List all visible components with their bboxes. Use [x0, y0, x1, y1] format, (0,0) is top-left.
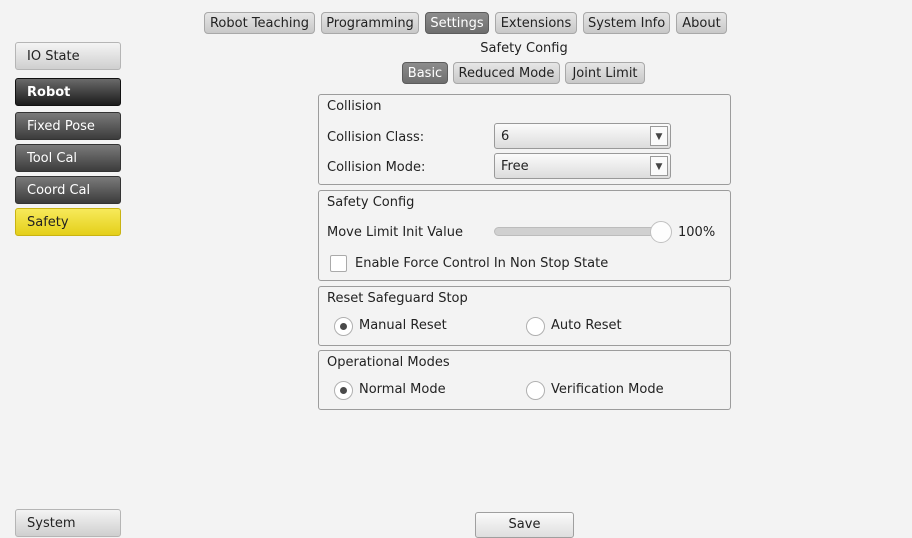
- manual-reset-label: Manual Reset: [359, 318, 447, 333]
- move-limit-value: 100%: [678, 225, 716, 240]
- tab-programming[interactable]: Programming: [321, 12, 419, 34]
- reset-safeguard-group: Reset Safeguard Stop Manual Reset Auto R…: [318, 286, 731, 346]
- normal-mode-radio[interactable]: [334, 381, 353, 400]
- subtab-joint-limit[interactable]: Joint Limit: [565, 62, 645, 84]
- tab-system-info[interactable]: System Info: [583, 12, 670, 34]
- collision-title: Collision: [327, 99, 382, 114]
- tab-robot-teaching[interactable]: Robot Teaching: [204, 12, 315, 34]
- tab-extensions[interactable]: Extensions: [495, 12, 577, 34]
- collision-group: Collision Collision Class: 6 ▼ Collision…: [318, 94, 731, 185]
- reset-safeguard-title: Reset Safeguard Stop: [327, 291, 468, 306]
- tab-about[interactable]: About: [676, 12, 727, 34]
- safety-config-title: Safety Config: [327, 195, 415, 210]
- collision-mode-select[interactable]: Free ▼: [494, 153, 671, 179]
- manual-reset-radio[interactable]: [334, 317, 353, 336]
- collision-class-label: Collision Class:: [327, 130, 425, 145]
- sidebar-item-coord-cal[interactable]: Coord Cal: [15, 176, 121, 204]
- sidebar-item-fixed-pose[interactable]: Fixed Pose: [15, 112, 121, 140]
- chevron-down-icon: ▼: [650, 126, 668, 146]
- force-control-checkbox[interactable]: [330, 255, 347, 272]
- subtab-reduced-mode[interactable]: Reduced Mode: [453, 62, 560, 84]
- normal-mode-label: Normal Mode: [359, 382, 446, 397]
- auto-reset-label: Auto Reset: [551, 318, 622, 333]
- auto-reset-radio[interactable]: [526, 317, 545, 336]
- sidebar-item-io-state[interactable]: IO State: [15, 42, 121, 70]
- verification-mode-radio[interactable]: [526, 381, 545, 400]
- operational-modes-title: Operational Modes: [327, 355, 450, 370]
- chevron-down-icon: ▼: [650, 156, 668, 176]
- collision-class-select[interactable]: 6 ▼: [494, 123, 671, 149]
- sidebar-item-safety[interactable]: Safety: [15, 208, 121, 236]
- safety-config-group: Safety Config Move Limit Init Value 100%…: [318, 190, 731, 281]
- operational-modes-group: Operational Modes Normal Mode Verificati…: [318, 350, 731, 410]
- save-button[interactable]: Save: [475, 512, 574, 538]
- force-control-label: Enable Force Control In Non Stop State: [355, 256, 609, 271]
- move-limit-slider-handle[interactable]: [650, 221, 672, 243]
- sidebar-item-tool-cal[interactable]: Tool Cal: [15, 144, 121, 172]
- verification-mode-label: Verification Mode: [551, 382, 664, 397]
- sidebar-item-robot[interactable]: Robot: [15, 78, 121, 106]
- collision-class-value: 6: [501, 129, 510, 144]
- collision-mode-value: Free: [501, 159, 529, 174]
- collision-mode-label: Collision Mode:: [327, 160, 426, 175]
- subtab-basic[interactable]: Basic: [402, 62, 448, 84]
- page-title: Safety Config: [480, 41, 568, 56]
- move-limit-slider-track[interactable]: [494, 227, 666, 236]
- tab-settings[interactable]: Settings: [425, 12, 489, 34]
- move-limit-label: Move Limit Init Value: [327, 225, 463, 240]
